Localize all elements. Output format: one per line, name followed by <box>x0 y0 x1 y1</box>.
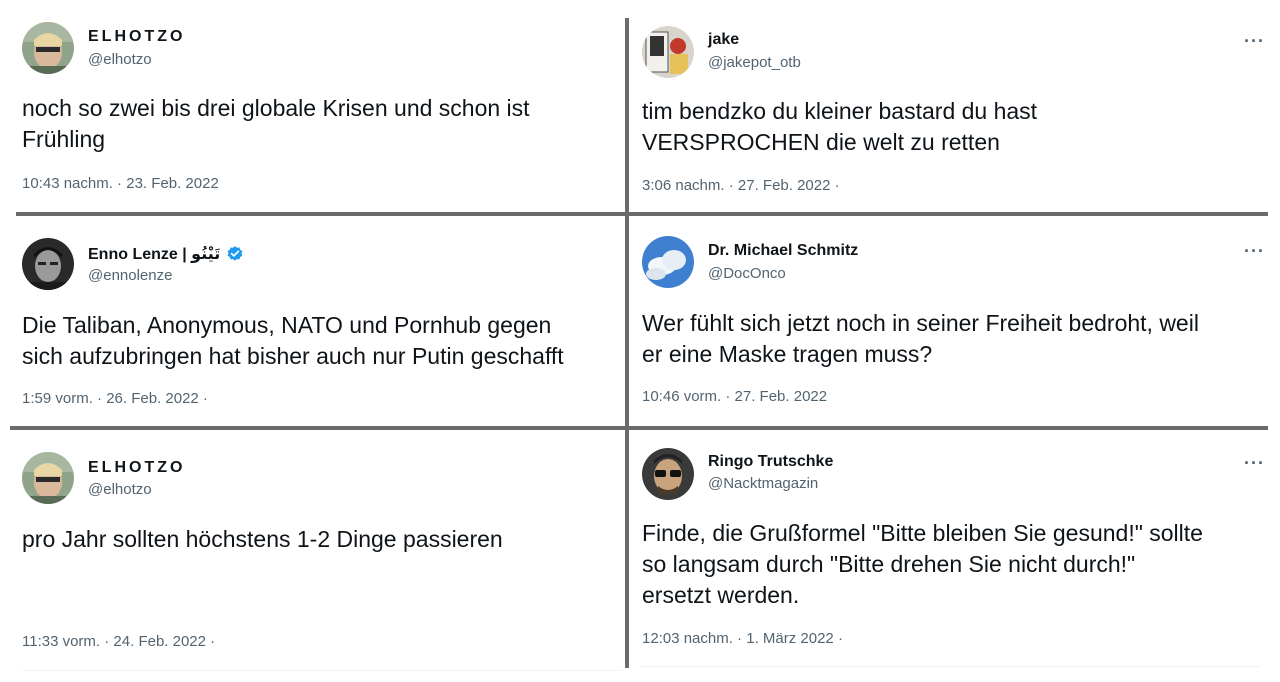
display-name[interactable]: jake <box>708 31 739 49</box>
tweet-card-jake[interactable]: jake @jakepot_otb ··· tim bendzko du kle… <box>630 0 1280 212</box>
handle[interactable]: @elhotzo <box>88 481 152 498</box>
tweet-timestamp[interactable]: 1:59 vorm. · 26. Feb. 2022 · <box>22 390 208 407</box>
display-name[interactable]: Dr. Michael Schmitz <box>708 242 858 260</box>
tweet-text: pro Jahr sollten höchstens 1-2 Dinge pas… <box>22 526 503 552</box>
horizontal-divider-top <box>16 212 1268 216</box>
avatar[interactable] <box>642 448 694 500</box>
more-options-icon[interactable]: ··· <box>1244 454 1265 472</box>
handle[interactable]: @jakepot_otb <box>708 54 801 71</box>
tweet-card-elhotzo-1[interactable]: ELHOTZO @elhotzo noch so zwei bis drei g… <box>0 0 626 212</box>
tweet-timestamp[interactable]: 10:43 nachm. · 23. Feb. 2022 <box>22 175 219 192</box>
tweet-timestamp[interactable]: 11:33 vorm. · 24. Feb. 2022 · <box>22 633 215 650</box>
more-options-icon[interactable]: ··· <box>1244 242 1265 260</box>
horizontal-divider-bottom <box>10 426 1268 430</box>
tweet-text: Die Taliban, Anonymous, NATO und Pornhub… <box>22 312 564 369</box>
avatar[interactable] <box>22 238 74 290</box>
tweet-card-ennolenze[interactable]: Enno Lenze | تَيْنُو @ennolenze Die Tali… <box>0 218 626 424</box>
display-name[interactable]: Enno Lenze | تَيْنُو <box>88 244 244 264</box>
avatar-image <box>22 22 74 74</box>
tweet-collage: ELHOTZO @elhotzo noch so zwei bis drei g… <box>0 0 1280 682</box>
verified-badge-icon <box>227 246 243 261</box>
tweet-card-nacktmagazin[interactable]: Ringo Trutschke @Nacktmagazin ··· Finde,… <box>630 432 1280 682</box>
display-name[interactable]: ELHOTZO <box>88 28 185 46</box>
tweet-timestamp[interactable]: 10:46 vorm. · 27. Feb. 2022 <box>642 388 827 405</box>
avatar[interactable] <box>642 26 694 78</box>
display-name[interactable]: Ringo Trutschke <box>708 453 833 471</box>
handle[interactable]: @DocOnco <box>708 265 786 282</box>
tweet-timestamp[interactable]: 12:03 nachm. · 1. März 2022 · <box>642 630 843 647</box>
vertical-divider <box>625 18 629 668</box>
handle[interactable]: @ennolenze <box>88 267 172 284</box>
tweet-text: noch so zwei bis drei globale Krisen und… <box>22 95 530 152</box>
more-options-icon[interactable]: ··· <box>1244 32 1265 50</box>
avatar-image <box>642 26 694 78</box>
avatar[interactable] <box>22 22 74 74</box>
handle[interactable]: @elhotzo <box>88 51 152 68</box>
avatar[interactable] <box>22 452 74 504</box>
avatar-image <box>642 236 694 288</box>
tweet-card-doconco[interactable]: Dr. Michael Schmitz @DocOnco ··· Wer füh… <box>630 218 1280 424</box>
avatar-image <box>642 448 694 500</box>
display-name[interactable]: ELHOTZO <box>88 459 185 477</box>
tweet-text: tim bendzko du kleiner bastard du hast V… <box>642 98 1038 155</box>
tweet-text: Wer fühlt sich jetzt noch in seiner Frei… <box>642 310 1199 367</box>
avatar-image <box>22 452 74 504</box>
handle[interactable]: @Nacktmagazin <box>708 475 818 492</box>
tweet-timestamp[interactable]: 3:06 nachm. · 27. Feb. 2022 · <box>642 177 840 194</box>
bottom-edge-left <box>22 670 622 671</box>
avatar-image <box>22 238 74 290</box>
bottom-edge-right <box>640 666 1260 667</box>
avatar[interactable] <box>642 236 694 288</box>
tweet-card-elhotzo-2[interactable]: ELHOTZO @elhotzo pro Jahr sollten höchst… <box>0 432 626 682</box>
tweet-text: Finde, die Grußformel "Bitte bleiben Sie… <box>642 520 1203 608</box>
